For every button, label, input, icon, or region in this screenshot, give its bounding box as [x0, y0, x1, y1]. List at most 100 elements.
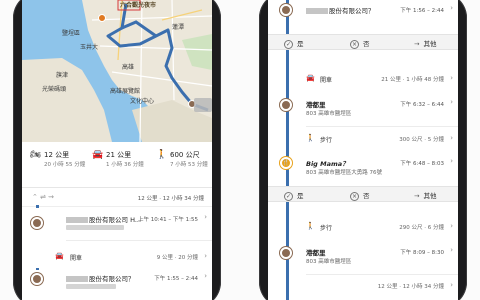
confirm-other-button[interactable]: → 其他	[414, 190, 436, 200]
car-icon: 🚘	[92, 150, 104, 160]
mode-summary: 🏍 12 公里 20 小時 55 分鐘 🚘 21 公里 1 小時 36 分鐘 🚶…	[22, 142, 212, 188]
segment-label: 開車	[70, 255, 83, 262]
chevron-right-icon[interactable]: ›	[204, 213, 207, 221]
redaction-mask	[66, 217, 88, 223]
redaction-mask	[66, 276, 88, 282]
timeline-stop[interactable]: 股份有限公司？ 下午 1:55 – 2:44 ›	[22, 270, 212, 300]
confirm-yes-button[interactable]: ✓ 是	[284, 190, 304, 201]
divider	[66, 240, 212, 241]
confirm-no-button[interactable]: × 否	[350, 38, 370, 49]
timeline-map[interactable]: 六合觀光夜市 鹽埕區 蓮潭 高雄 高雄展覽館 旗津 玉井大 光榮碼頭 文化中心	[22, 0, 212, 142]
screenshot-stage: 六合觀光夜市 鹽埕區 蓮潭 高雄 高雄展覽館 旗津 玉井大 光榮碼頭 文化中心 …	[0, 0, 480, 300]
segment-meta: 9 公里 · 20 分鐘	[156, 255, 198, 261]
confirm-yes-button[interactable]: ✓ 是	[284, 38, 304, 49]
car-icon: 🚘	[306, 74, 315, 82]
timeline-stop[interactable]: 港都里 803 高雄市鹽埕區 下午 8:09 – 8:30 ›	[268, 244, 458, 276]
walk-icon: 🚶	[306, 222, 315, 230]
drive-segment[interactable]: 🚘 開車 9 公里 · 20 分鐘 ›	[22, 248, 212, 268]
stop-title: 股份有限公司 H...	[66, 214, 141, 224]
stop-time: 下午 6:48 – 8:03	[400, 161, 444, 167]
mode-duration: 7 小時 53 分鐘	[170, 162, 208, 168]
building-pin-icon	[31, 217, 43, 229]
stop-address: 803 高雄市鹽埕區	[306, 111, 352, 117]
segment-label: 開車	[320, 77, 333, 84]
drive-segment[interactable]: 🚘 開車 21 公里 · 1 小時 48 分鐘 ›	[268, 70, 458, 90]
confirm-other-button[interactable]: → 其他	[414, 38, 436, 48]
mode-distance: 21 公里	[106, 151, 132, 159]
stop-time: 下午 6:32 – 6:44	[400, 102, 444, 108]
map-label-culture: 文化中心	[130, 98, 155, 105]
chevron-right-icon[interactable]: ›	[450, 281, 453, 289]
segment-label: 步行	[320, 225, 333, 232]
chevron-right-icon[interactable]: ›	[450, 222, 453, 230]
stop-title: 股份有限公司？	[306, 5, 375, 15]
building-pin-icon	[280, 99, 292, 111]
segment-meta: 300 公尺 · 5 分鐘	[399, 137, 444, 143]
walk-segment[interactable]: 🚶 步行 300 公尺 · 5 分鐘 ›	[268, 130, 458, 150]
stop-address: 803 高雄市鹽埕區大勇路 76號	[306, 170, 382, 176]
confirm-no-button[interactable]: × 否	[350, 190, 370, 201]
chevron-right-icon[interactable]: ›	[450, 157, 453, 165]
confirm-yes-label: 是	[297, 192, 304, 200]
trip-summary-bar[interactable]: ⌃ ⇌ ⇝ 12 公里 · 12 小時 34 分鐘	[22, 189, 212, 207]
confirm-no-label: 否	[363, 40, 370, 48]
walk-icon: 🚶	[306, 134, 315, 142]
building-pin-icon	[31, 273, 43, 285]
mode-duration: 1 小時 36 分鐘	[106, 162, 144, 168]
close-icon: ×	[350, 191, 359, 201]
total-summary-row[interactable]: 12 公里 · 12 小時 34 分鐘 ›	[268, 278, 458, 298]
collapse-icon[interactable]: ⌃ ⇌ ⇝	[32, 193, 54, 201]
stop-title: Big Mama？	[306, 160, 349, 168]
timeline-stop[interactable]: 股份有限公司？ 下午 1:56 – 2:44 ›	[268, 2, 458, 32]
map-label-cijin: 旗津	[56, 72, 69, 79]
stop-time: 下午 8:09 – 8:30	[400, 250, 444, 256]
stop-title: 港都里	[306, 249, 326, 257]
stop-time: 下午 1:56 – 2:44	[400, 8, 444, 14]
stop-title-text: 股份有限公司？	[329, 7, 375, 15]
timeline-stop[interactable]: 股份有限公司 H... 上午 10:41 – 下午 1:55 ›	[22, 208, 212, 248]
map-blurred-label	[194, 98, 212, 112]
segment-meta: 21 公里 · 1 小時 48 分鐘	[381, 77, 444, 83]
building-pin-icon	[280, 4, 292, 16]
stop-time: 下午 1:55 – 2:44	[154, 276, 198, 282]
chevron-right-icon[interactable]: ›	[204, 272, 207, 280]
map-label-exhibition: 高雄展覽館	[110, 88, 141, 95]
car-icon: 🚘	[55, 252, 64, 260]
restaurant-pin-icon: 🍴	[280, 157, 292, 169]
chevron-right-icon[interactable]: ›	[450, 98, 453, 106]
map-label-kaohsiung: 高雄	[122, 64, 135, 71]
stop-title-text: 股份有限公司？	[89, 275, 135, 283]
timeline-stop[interactable]: 港都里 803 高雄市鹽埕區 下午 6:32 – 6:44 ›	[268, 96, 458, 128]
chevron-right-icon[interactable]: ›	[450, 246, 453, 254]
map-pin-food[interactable]	[98, 14, 106, 22]
walk-segment[interactable]: 🚶 步行 290 公尺 · 6 分鐘 ›	[268, 218, 458, 238]
visit-confirm-bar: ✓ 是 × 否 → 其他	[268, 34, 458, 50]
segment-label: 步行	[320, 137, 333, 144]
visit-confirm-bar: ✓ 是 × 否 → 其他	[268, 186, 458, 202]
right-screen: 股份有限公司？ 下午 1:56 – 2:44 › ✓ 是 × 否 → 其他 🚘 開車 …	[268, 0, 458, 300]
segment-meta: 290 公尺 · 6 分鐘	[399, 225, 444, 231]
arrow-right-icon: →	[414, 192, 420, 200]
mode-distance: 12 公里	[44, 151, 70, 159]
total-meta: 12 公里 · 12 小時 34 分鐘	[377, 284, 444, 290]
chevron-right-icon[interactable]: ›	[450, 134, 453, 142]
blurred-address	[66, 284, 116, 289]
confirm-yes-label: 是	[297, 40, 304, 48]
stop-title-text: 股份有限公司 H...	[89, 216, 142, 224]
chevron-right-icon[interactable]: ›	[204, 252, 207, 260]
divider	[306, 126, 458, 127]
map-label-pier: 光榮碼頭	[42, 86, 67, 93]
timeline-stop[interactable]: 🍴 Big Mama？ 803 高雄市鹽埕區大勇路 76號 下午 6:48 – …	[268, 155, 458, 183]
building-pin-icon	[280, 247, 292, 259]
stop-title: 港都里	[306, 101, 326, 109]
confirm-other-label: 其他	[423, 40, 437, 48]
chevron-right-icon[interactable]: ›	[450, 4, 453, 12]
map-label-yancheng: 鹽埕區	[62, 30, 81, 37]
map-label-night-market: 六合觀光夜市	[120, 2, 157, 9]
stop-title: 股份有限公司？	[66, 273, 135, 283]
map-label-lotus: 蓮潭	[172, 24, 185, 31]
right-phone: 股份有限公司？ 下午 1:56 – 2:44 › ✓ 是 × 否 → 其他 🚘 開車 …	[259, 0, 467, 300]
stop-time: 上午 10:41 – 下午 1:55	[138, 217, 198, 223]
check-icon: ✓	[284, 191, 293, 201]
chevron-right-icon[interactable]: ›	[450, 74, 453, 82]
